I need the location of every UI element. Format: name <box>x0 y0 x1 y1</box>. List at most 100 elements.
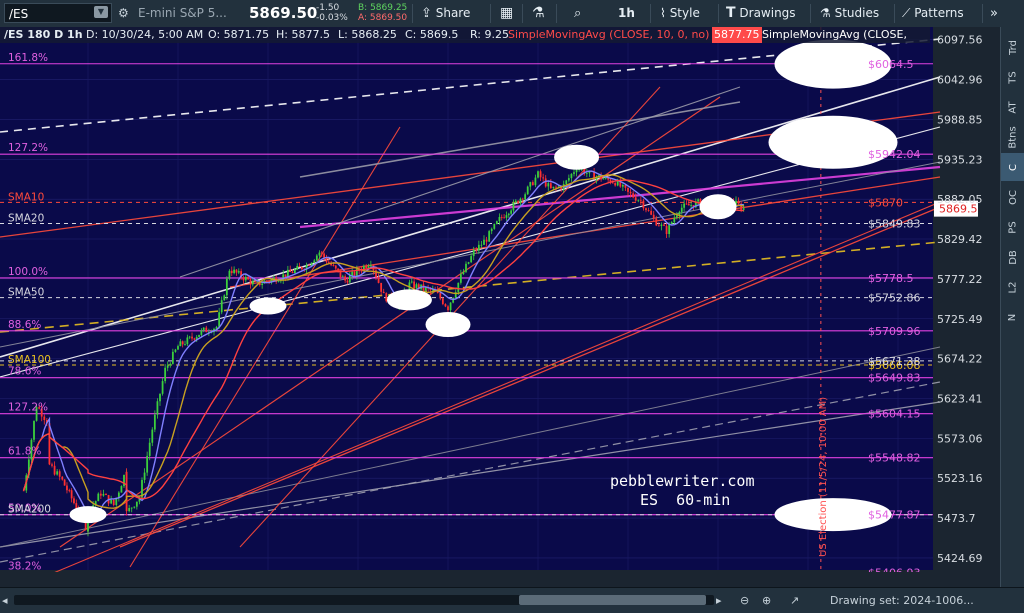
candle-body <box>133 506 136 508</box>
highlight-ellipse <box>554 144 600 170</box>
scroll-right-arrow-icon[interactable]: ▸ <box>716 588 722 613</box>
more-icon[interactable]: » <box>990 0 998 27</box>
scrollbar-thumb[interactable] <box>519 595 706 605</box>
candle-body <box>177 346 179 350</box>
candle-body <box>99 493 102 496</box>
candle-body <box>169 363 172 366</box>
candle-body <box>637 200 640 202</box>
candle-body <box>480 244 483 246</box>
status-bar: ◂ ▸ ⊖ ⊕ ↗ Drawing set: 2024-1006... <box>0 587 1024 613</box>
zoom-out-icon[interactable]: ⊖ <box>740 588 749 613</box>
candle-body <box>485 239 488 242</box>
candle-body <box>367 266 370 269</box>
candle-body <box>244 276 247 281</box>
candle-body <box>483 239 485 245</box>
right-nav-tab-label: C <box>1007 163 1019 171</box>
magnifier-icon[interactable]: ⌕ <box>574 0 581 27</box>
candle-body <box>254 281 257 282</box>
flask-icon[interactable]: ⚗ <box>532 0 545 27</box>
candle-body <box>179 341 182 347</box>
candle-body <box>444 304 447 307</box>
candle-body <box>289 269 292 273</box>
y-tick-label: 5674.22 <box>937 353 983 366</box>
candle-body <box>668 223 671 234</box>
scroll-left-arrow-icon[interactable]: ◂ <box>2 588 8 613</box>
candle-body <box>632 193 635 198</box>
candle-body <box>457 282 460 293</box>
right-nav-tab-oc[interactable]: OC <box>1001 183 1024 211</box>
candle-body <box>507 213 510 216</box>
candle-body <box>441 298 444 305</box>
candle-body <box>191 336 193 339</box>
candle-body <box>614 183 617 186</box>
candle-body <box>665 225 668 234</box>
candle-body <box>265 280 268 282</box>
drawings-button[interactable]: T Drawings <box>726 0 796 27</box>
candle-body <box>567 178 570 181</box>
candle-body <box>549 183 552 189</box>
sma-level-value: $5849.83 <box>868 218 921 231</box>
right-nav-tab-trd[interactable]: Trd <box>1001 33 1024 61</box>
candle-body <box>332 265 335 266</box>
pan-arrow-icon[interactable]: ↗ <box>790 588 799 613</box>
studies-label: Studies <box>834 6 880 20</box>
fib-level-value: $5604.15 <box>868 408 921 421</box>
candle-body <box>490 228 493 232</box>
candle-body <box>291 272 294 273</box>
right-nav-tab-ps[interactable]: PS <box>1001 213 1024 241</box>
right-nav-tab-c[interactable]: C <box>1001 153 1024 181</box>
candle-body <box>575 169 578 173</box>
candle-body <box>112 499 115 505</box>
grid-layout-icon[interactable]: ▦ <box>500 0 513 27</box>
candle-body <box>544 178 547 187</box>
highlight-ellipse <box>249 297 287 315</box>
interval-selector[interactable]: 1h <box>618 0 635 27</box>
right-nav-tab-ts[interactable]: TS <box>1001 63 1024 91</box>
candle-body <box>512 202 515 211</box>
candle-body <box>477 244 480 251</box>
candle-body <box>611 182 614 184</box>
y-tick-label: 5573.06 <box>937 432 983 445</box>
candle-body <box>251 281 254 285</box>
candle-body <box>242 277 245 281</box>
studies-button[interactable]: ⚗ Studies <box>820 0 879 27</box>
right-nav-tab-n[interactable]: N <box>1001 303 1024 331</box>
candle-body <box>657 225 660 227</box>
candle-body <box>670 222 673 224</box>
right-nav-tab-btns[interactable]: Btns <box>1001 123 1024 151</box>
candle-body <box>415 284 418 289</box>
symbol-description: E-mini S&P 5... <box>138 6 227 20</box>
gear-icon[interactable]: ⚙ <box>118 0 129 27</box>
share-button[interactable]: ⇪ Share <box>421 0 470 27</box>
candle-body <box>534 177 537 186</box>
fib-level-label: 100.0% <box>8 266 48 278</box>
candle-body <box>526 186 529 195</box>
patterns-button[interactable]: ⟋ Patterns <box>902 0 964 27</box>
candle-body <box>223 295 226 301</box>
zoom-in-icon[interactable]: ⊕ <box>762 588 771 613</box>
right-nav-tab-db[interactable]: DB <box>1001 243 1024 271</box>
sma-level-value: $5752.86 <box>868 292 921 305</box>
candle-body <box>514 200 517 203</box>
chart-header: /ES 180 D 1h D: 10/30/24, 5:00 AM O: 587… <box>0 27 930 43</box>
right-nav-tab-at[interactable]: AT <box>1001 93 1024 121</box>
highlight-ellipse <box>386 289 432 311</box>
candle-body <box>33 420 35 440</box>
chevron-down-icon[interactable]: ▼ <box>94 6 108 18</box>
candle-body <box>467 262 470 264</box>
candle-body <box>498 216 501 222</box>
candle-body <box>447 306 449 311</box>
candle-body <box>73 498 75 504</box>
candle-body <box>63 479 66 486</box>
patterns-label: Patterns <box>914 6 964 20</box>
price-chart[interactable]: 161.8% $6064.5 127.2% $5942.04 100.0% $5778.5… <box>0 27 1000 587</box>
candle-body <box>308 265 311 266</box>
horizontal-scrollbar[interactable] <box>14 595 714 605</box>
candle-body <box>410 281 413 283</box>
sma-level-label: SMA200 <box>8 504 51 516</box>
candle-body <box>346 280 349 283</box>
style-button[interactable]: ⌇ Style <box>660 0 700 27</box>
right-nav-tab-l2[interactable]: L2 <box>1001 273 1024 301</box>
candle-body <box>202 327 205 331</box>
candle-body <box>344 276 347 281</box>
